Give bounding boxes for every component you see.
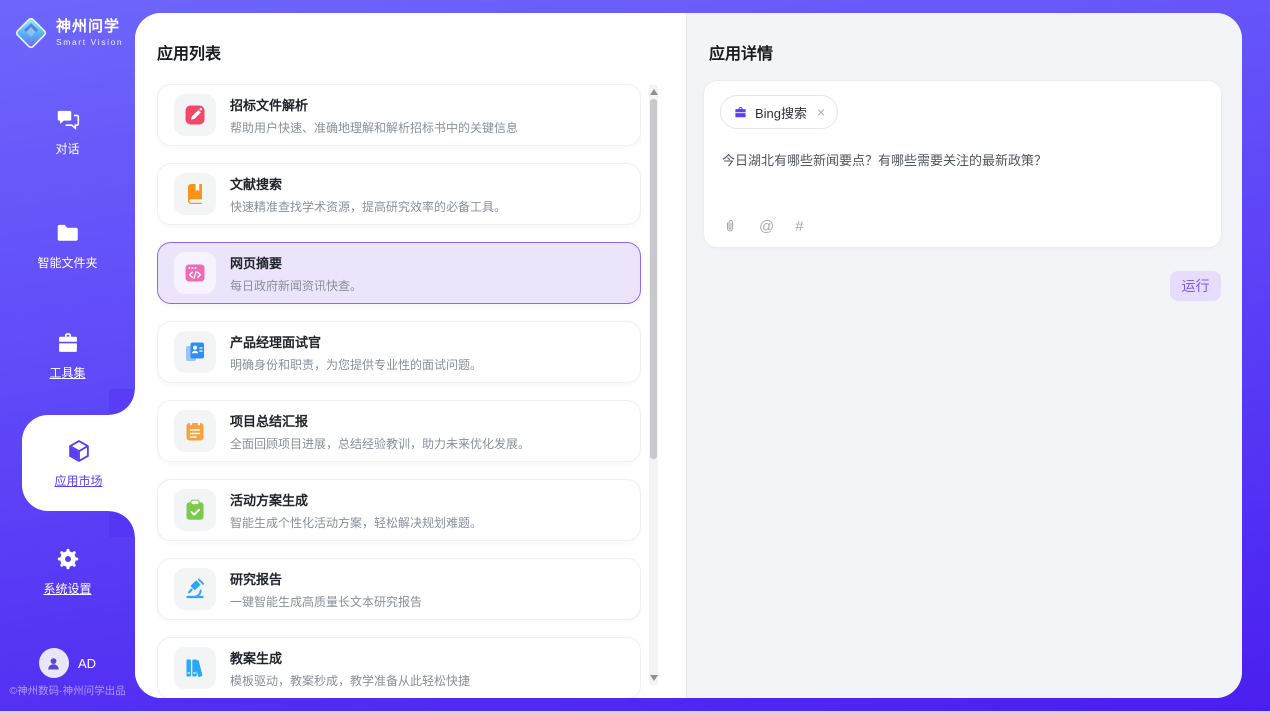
clipboard-check-icon (174, 489, 216, 531)
scrollbar-thumb[interactable] (650, 99, 657, 459)
app-card-title: 项目总结汇报 (230, 411, 530, 430)
sidebar-item-label: 系统设置 (43, 580, 91, 597)
app-card[interactable]: 活动方案生成 智能生成个性化活动方案，轻松解决规划难题。 (157, 479, 641, 541)
brand-logo: 神州问学 Smart Vision (13, 15, 123, 51)
book-icon (174, 173, 216, 215)
main-container: 应用列表 招标文件解析 帮助用户快速、准确地理解和解析招标书中的关键信息 文献搜… (135, 13, 1242, 698)
sidebar-item-cube[interactable]: 应用市场 (22, 415, 135, 511)
sidebar-item-gear[interactable]: 系统设置 (0, 546, 135, 597)
user-avatar-icon (45, 655, 62, 672)
brand-text: 神州问学 Smart Vision (56, 19, 123, 48)
app-card[interactable]: 网页摘要 每日政府新闻资讯快查。 (157, 242, 641, 304)
scroll-up-arrow-icon[interactable] (650, 89, 658, 95)
sidebar-item-label: 对话 (55, 140, 79, 157)
app-card-title: 教案生成 (230, 648, 470, 667)
run-row: 运行 (1170, 271, 1221, 301)
sidebar-item-chat[interactable]: 对话 (0, 106, 135, 157)
app-card[interactable]: 产品经理面试官 明确身份和职责，为您提供专业性的面试问题。 (157, 321, 641, 383)
sidebar: 神州问学 Smart Vision 对话 智能文件夹 工具集 应用市场 系统设置… (0, 0, 135, 711)
app-card-description: 一键智能生成高质量长文本研究报告 (230, 593, 422, 610)
app-card-description: 全面回顾项目进展，总结经验教训，助力未来优化发展。 (230, 435, 530, 452)
prompt-input[interactable]: 今日湖北有哪些新闻要点？有哪些需要关注的最新政策？ (722, 151, 1199, 171)
attachment-icon[interactable] (722, 218, 738, 234)
mention-icon[interactable]: @ (759, 219, 774, 234)
gear-icon (55, 546, 81, 572)
brand-name: 神州问学 (56, 19, 123, 36)
app-card[interactable]: 教案生成 模板驱动，教案秒成，教学准备从此轻松快捷 (157, 637, 641, 698)
brand-tagline: Smart Vision (56, 37, 123, 47)
prompt-card: Bing搜索 × 今日湖北有哪些新闻要点？有哪些需要关注的最新政策？ @# (703, 80, 1222, 248)
sidebar-item-label: 应用市场 (54, 472, 102, 489)
app-list-title: 应用列表 (157, 40, 686, 64)
app-card-description: 模板驱动，教案秒成，教学准备从此轻松快捷 (230, 672, 470, 689)
app-list-panel: 应用列表 招标文件解析 帮助用户快速、准确地理解和解析招标书中的关键信息 文献搜… (135, 13, 686, 698)
app-card[interactable]: 项目总结汇报 全面回顾项目进展，总结经验教训，助力未来优化发展。 (157, 400, 641, 462)
app-card-description: 快速精准查找学术资源，提高研究效率的必备工具。 (230, 198, 506, 215)
cube-icon (66, 438, 92, 464)
app-card-title: 活动方案生成 (230, 490, 482, 509)
microscope-icon (174, 568, 216, 610)
app-card-title: 网页摘要 (230, 253, 362, 272)
tool-tag-label: Bing搜索 (755, 103, 807, 122)
edit-document-icon (174, 94, 216, 136)
app-card-title: 产品经理面试官 (230, 332, 482, 351)
diamond-logo-icon (13, 15, 49, 51)
copyright-footer: ©神州数码·神州问学出品 (0, 683, 135, 698)
summary-note-icon (174, 410, 216, 452)
remove-tag-button[interactable]: × (817, 105, 825, 119)
sidebar-item-folder[interactable]: 智能文件夹 (0, 220, 135, 271)
folder-icon (55, 220, 81, 246)
sidebar-item-toolbox[interactable]: 工具集 (0, 330, 135, 381)
briefcase-icon (733, 105, 748, 120)
user-account[interactable]: AD (0, 648, 135, 678)
interview-icon (174, 331, 216, 373)
app-card-title: 文献搜索 (230, 174, 506, 193)
run-button[interactable]: 运行 (1170, 271, 1221, 301)
app-card-title: 研究报告 (230, 569, 422, 588)
app-detail-title: 应用详情 (709, 40, 1242, 64)
toolbox-icon (55, 330, 81, 356)
avatar (39, 648, 69, 678)
sidebar-item-label: 工具集 (49, 364, 85, 381)
prompt-toolbar: @# (722, 218, 804, 234)
app-window: 神州问学 Smart Vision 对话 智能文件夹 工具集 应用市场 系统设置… (0, 0, 1270, 714)
app-card[interactable]: 文献搜索 快速精准查找学术资源，提高研究效率的必备工具。 (157, 163, 641, 225)
hash-icon[interactable]: # (795, 219, 803, 234)
scroll-down-arrow-icon[interactable] (650, 675, 658, 681)
app-card[interactable]: 招标文件解析 帮助用户快速、准确地理解和解析招标书中的关键信息 (157, 84, 641, 146)
app-detail-panel: 应用详情 Bing搜索 × 今日湖北有哪些新闻要点？有哪些需要关注的最新政策？ … (686, 13, 1242, 698)
app-card-description: 帮助用户快速、准确地理解和解析招标书中的关键信息 (230, 119, 518, 136)
app-list: 招标文件解析 帮助用户快速、准确地理解和解析招标书中的关键信息 文献搜索 快速精… (157, 84, 641, 698)
chat-icon (55, 106, 81, 132)
app-card-title: 招标文件解析 (230, 95, 518, 114)
sidebar-item-label: 智能文件夹 (37, 254, 97, 271)
scrollbar[interactable] (649, 85, 658, 685)
app-card[interactable]: 研究报告 一键智能生成高质量长文本研究报告 (157, 558, 641, 620)
tool-tag[interactable]: Bing搜索 × (720, 95, 838, 129)
app-card-description: 智能生成个性化活动方案，轻松解决规划难题。 (230, 514, 482, 531)
user-initials: AD (78, 656, 96, 671)
webpage-code-icon (174, 252, 216, 294)
books-icon (174, 647, 216, 689)
app-card-description: 明确身份和职责，为您提供专业性的面试问题。 (230, 356, 482, 373)
app-card-description: 每日政府新闻资讯快查。 (230, 277, 362, 294)
